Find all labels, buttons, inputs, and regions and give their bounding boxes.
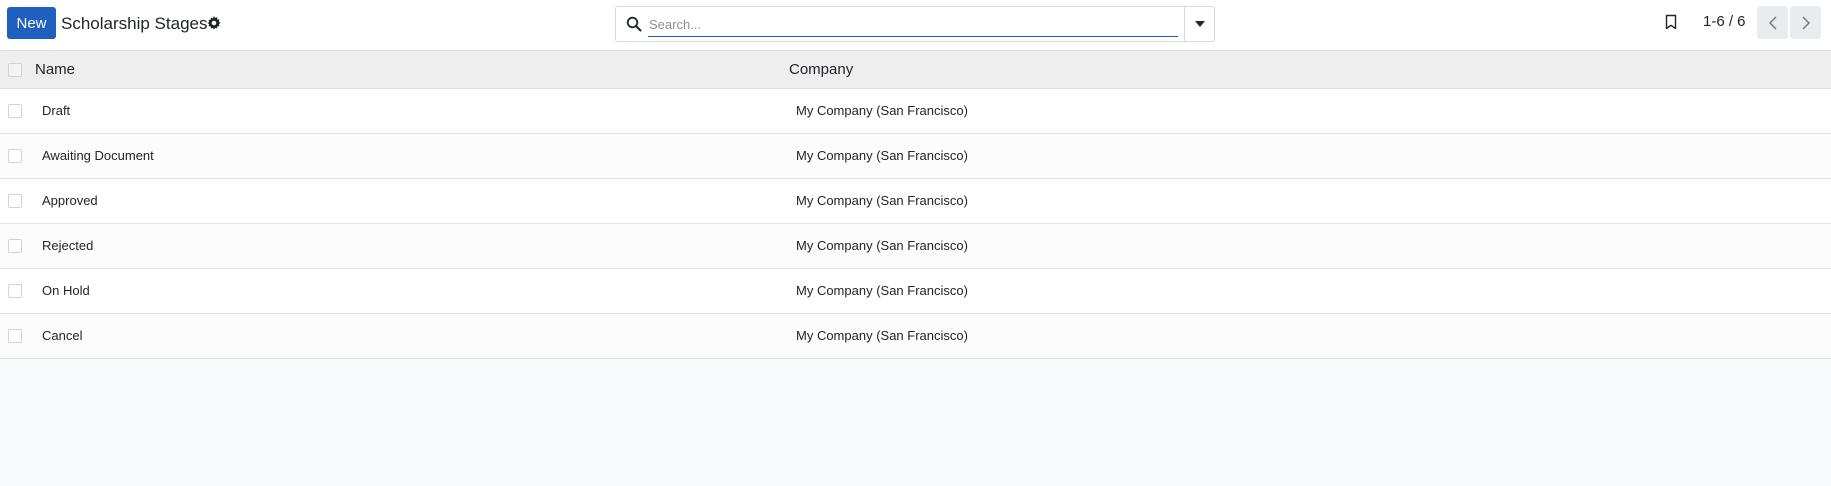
row-company: My Company (San Francisco) xyxy=(796,103,968,118)
row-company: My Company (San Francisco) xyxy=(796,193,968,208)
search-input[interactable] xyxy=(648,13,1178,37)
row-checkbox[interactable] xyxy=(8,329,22,343)
row-company: My Company (San Francisco) xyxy=(796,148,968,163)
chevron-left-icon xyxy=(1768,16,1776,29)
table-row[interactable]: Draft My Company (San Francisco) xyxy=(0,89,1831,134)
row-checkbox[interactable] xyxy=(8,239,22,253)
chevron-right-icon xyxy=(1802,16,1810,29)
pager-next-button[interactable] xyxy=(1790,6,1821,39)
list-body: Draft My Company (San Francisco) Awaitin… xyxy=(0,89,1831,359)
bookmark-icon[interactable] xyxy=(1664,14,1678,30)
row-checkbox[interactable] xyxy=(8,194,22,208)
row-name: Awaiting Document xyxy=(42,148,154,163)
row-name: Draft xyxy=(42,103,71,118)
control-panel: New Scholarship Stages 1-6 / 6 xyxy=(0,0,1831,51)
table-row[interactable]: Awaiting Document My Company (San Franci… xyxy=(0,134,1831,179)
list-view: Name Company Draft My Company (San Franc… xyxy=(0,51,1831,359)
table-row[interactable]: On Hold My Company (San Francisco) xyxy=(0,269,1831,314)
gear-icon[interactable] xyxy=(207,16,221,30)
column-header-name[interactable]: Name xyxy=(35,61,75,78)
row-checkbox[interactable] xyxy=(8,104,22,118)
row-checkbox[interactable] xyxy=(8,284,22,298)
row-checkbox[interactable] xyxy=(8,149,22,163)
pager-previous-button[interactable] xyxy=(1757,6,1788,39)
column-header-company[interactable]: Company xyxy=(789,61,853,78)
caret-down-icon xyxy=(1194,21,1205,27)
row-name: Approved xyxy=(42,193,98,208)
new-button[interactable]: New xyxy=(7,7,56,39)
row-company: My Company (San Francisco) xyxy=(796,328,968,343)
page-title: Scholarship Stages xyxy=(61,14,208,33)
select-all-checkbox[interactable] xyxy=(8,63,22,77)
row-name: On Hold xyxy=(42,283,90,298)
search-options-toggle[interactable] xyxy=(1184,7,1214,41)
list-header: Name Company xyxy=(0,51,1831,89)
table-row[interactable]: Cancel My Company (San Francisco) xyxy=(0,314,1831,359)
search-icon xyxy=(626,16,642,32)
row-company: My Company (San Francisco) xyxy=(796,283,968,298)
pager-value[interactable]: 1-6 / 6 xyxy=(1703,13,1746,30)
table-row[interactable]: Rejected My Company (San Francisco) xyxy=(0,224,1831,269)
row-company: My Company (San Francisco) xyxy=(796,238,968,253)
search-box xyxy=(615,6,1215,42)
table-row[interactable]: Approved My Company (San Francisco) xyxy=(0,179,1831,224)
row-name: Rejected xyxy=(42,238,94,253)
row-name: Cancel xyxy=(42,328,83,343)
